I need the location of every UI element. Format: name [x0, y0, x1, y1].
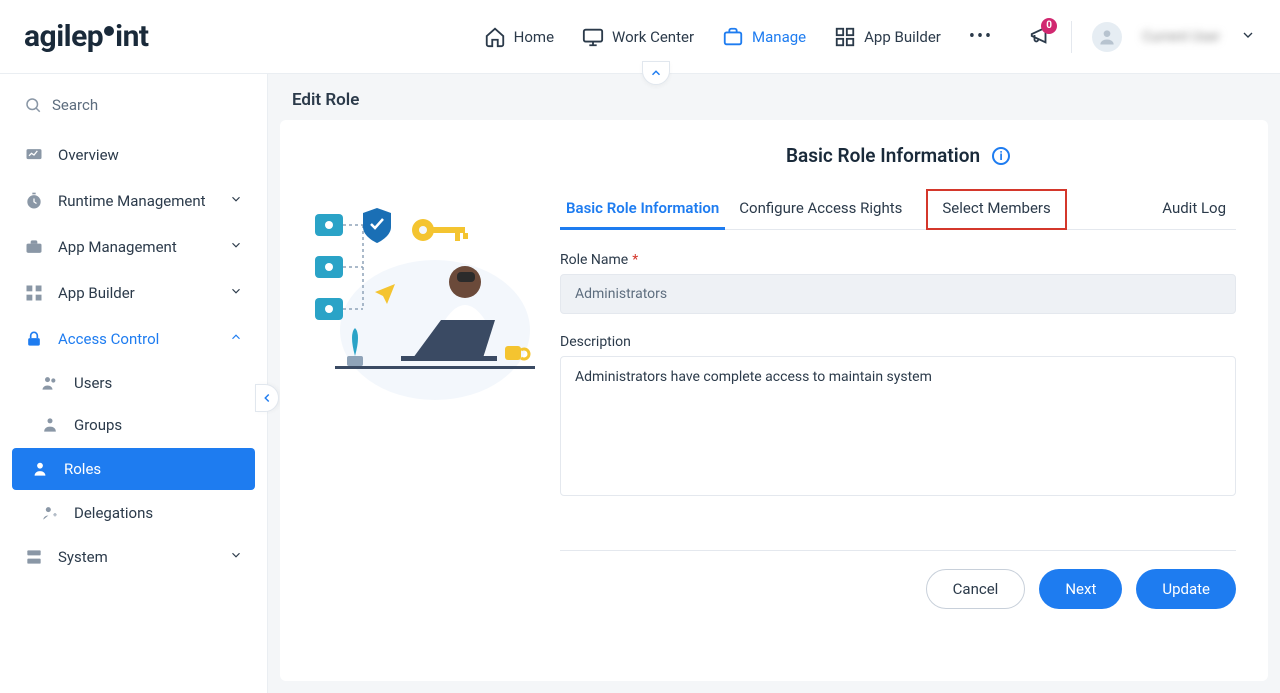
- nav-work-center-label: Work Center: [612, 28, 694, 46]
- nav-more[interactable]: •••: [969, 26, 993, 47]
- form-tabs: Basic Role Information Configure Access …: [560, 189, 1236, 230]
- description-label: Description: [560, 334, 1236, 350]
- description-textarea[interactable]: [560, 356, 1236, 496]
- nav-app-builder-label: App Builder: [864, 28, 941, 46]
- chevron-down-icon: [1240, 27, 1256, 43]
- grid-icon: [834, 26, 856, 48]
- user-avatar[interactable]: [1092, 22, 1122, 52]
- sidebar-item-system[interactable]: System: [0, 534, 267, 580]
- home-icon: [484, 26, 506, 48]
- nav-app-builder[interactable]: App Builder: [834, 26, 941, 48]
- required-asterisk-icon: *: [632, 252, 638, 268]
- chevron-down-icon: [229, 548, 243, 566]
- tab-audit-log[interactable]: Audit Log: [1156, 189, 1236, 229]
- apps-icon: [24, 283, 44, 303]
- sidebar-sub-label: Delegations: [74, 504, 153, 522]
- chevron-up-icon: [229, 330, 243, 348]
- sidebar-sub-label: Groups: [74, 416, 122, 434]
- update-button[interactable]: Update: [1136, 569, 1236, 609]
- sidebar-sub-delegations[interactable]: Delegations: [0, 492, 267, 534]
- sidebar-sub-label: Users: [74, 374, 112, 392]
- sidebar-item-runtime[interactable]: Runtime Management: [0, 178, 267, 224]
- sidebar-item-app-builder[interactable]: App Builder: [0, 270, 267, 316]
- topbar: agilepint Home Work Center Manage App Bu…: [0, 0, 1280, 74]
- illustration: [280, 144, 560, 657]
- chevron-down-icon: [229, 284, 243, 302]
- sidebar-item-access-control[interactable]: Access Control: [0, 316, 267, 362]
- info-icon[interactable]: i: [992, 147, 1010, 165]
- logo-dot-icon: [104, 26, 114, 36]
- notifications-button[interactable]: 0: [1029, 24, 1051, 50]
- nav-manage-label: Manage: [752, 28, 806, 46]
- brand-logo: agilepint: [24, 19, 149, 54]
- topbar-right: 0 Current User: [1029, 21, 1256, 53]
- nav-manage[interactable]: Manage: [722, 26, 806, 48]
- sidebar-item-label: Overview: [58, 146, 119, 164]
- chevron-down-icon: [229, 192, 243, 210]
- main-content: Edit Role: [268, 74, 1280, 693]
- sidebar-sub-roles[interactable]: Roles: [12, 448, 255, 490]
- sidebar-search[interactable]: Search: [0, 86, 267, 132]
- sidebar-item-overview[interactable]: Overview: [0, 132, 267, 178]
- form-heading-row: Basic Role Information i: [560, 144, 1236, 167]
- form-heading: Basic Role Information: [786, 144, 980, 167]
- sidebar: Search Overview Runtime Management App M…: [0, 74, 268, 693]
- user-menu-toggle[interactable]: [1240, 27, 1256, 47]
- lock-icon: [24, 329, 44, 349]
- nav-work-center[interactable]: Work Center: [582, 26, 694, 48]
- search-icon: [24, 96, 42, 114]
- sidebar-sub-groups[interactable]: Groups: [0, 404, 267, 446]
- nav-home-label: Home: [514, 28, 554, 46]
- tab-basic-role-info[interactable]: Basic Role Information: [560, 189, 725, 230]
- tab-select-members[interactable]: Select Members: [926, 189, 1066, 230]
- stopwatch-icon: [24, 191, 44, 211]
- top-navigation: Home Work Center Manage App Builder •••: [484, 26, 993, 48]
- briefcase-icon: [722, 26, 744, 48]
- more-horizontal-icon: •••: [969, 26, 993, 47]
- chevron-down-icon: [229, 238, 243, 256]
- delegation-icon: [40, 503, 60, 523]
- notification-badge: 0: [1041, 18, 1057, 34]
- role-icon: [30, 459, 50, 479]
- role-illustration-icon: [305, 200, 535, 400]
- sidebar-sub-label: Roles: [64, 460, 101, 478]
- chevron-left-icon: [260, 391, 274, 405]
- role-name-input[interactable]: [560, 274, 1236, 314]
- user-icon: [1097, 27, 1117, 47]
- sidebar-item-app-management[interactable]: App Management: [0, 224, 267, 270]
- edit-role-panel: Basic Role Information i Basic Role Info…: [280, 120, 1268, 681]
- page-title: Edit Role: [268, 74, 1280, 120]
- divider: [1071, 21, 1072, 53]
- sidebar-item-label: System: [58, 548, 108, 566]
- cancel-button[interactable]: Cancel: [926, 569, 1026, 609]
- form-footer: Cancel Next Update: [560, 550, 1236, 609]
- tab-configure-access-rights[interactable]: Configure Access Rights: [733, 189, 908, 229]
- search-placeholder: Search: [52, 96, 98, 114]
- monitor-icon: [582, 26, 604, 48]
- next-button[interactable]: Next: [1039, 569, 1122, 609]
- group-icon: [40, 415, 60, 435]
- form-area: Basic Role Information i Basic Role Info…: [560, 144, 1268, 657]
- sidebar-item-label: Access Control: [58, 330, 159, 348]
- nav-home[interactable]: Home: [484, 26, 554, 48]
- user-display-name: Current User: [1142, 29, 1220, 45]
- chart-icon: [24, 145, 44, 165]
- sidebar-item-label: App Builder: [58, 284, 135, 302]
- toolbox-icon: [24, 237, 44, 257]
- sidebar-item-label: App Management: [58, 238, 177, 256]
- role-name-label: Role Name*: [560, 252, 1236, 268]
- users-icon: [40, 373, 60, 393]
- chevron-up-icon: [649, 66, 663, 80]
- app-shell: Search Overview Runtime Management App M…: [0, 74, 1280, 693]
- sidebar-sub-users[interactable]: Users: [0, 362, 267, 404]
- sidebar-item-label: Runtime Management: [58, 192, 206, 210]
- server-icon: [24, 547, 44, 567]
